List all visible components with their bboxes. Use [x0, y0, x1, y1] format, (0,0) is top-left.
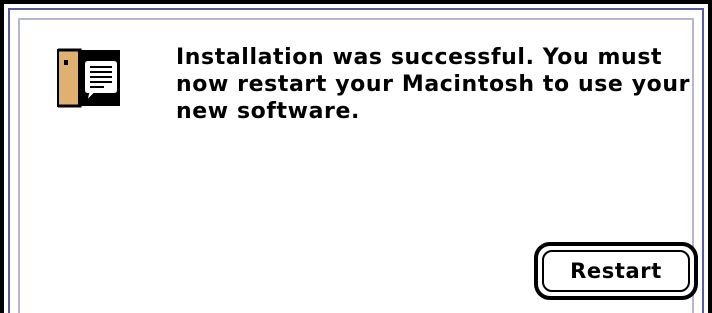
installer-speech-face-icon — [56, 46, 132, 110]
restart-button[interactable]: Restart — [542, 250, 690, 292]
alert-message: Installation was successful. You must no… — [176, 45, 691, 124]
default-button-ring[interactable]: Restart — [534, 242, 698, 300]
alert-dialog: Installation was successful. You must no… — [0, 0, 712, 313]
